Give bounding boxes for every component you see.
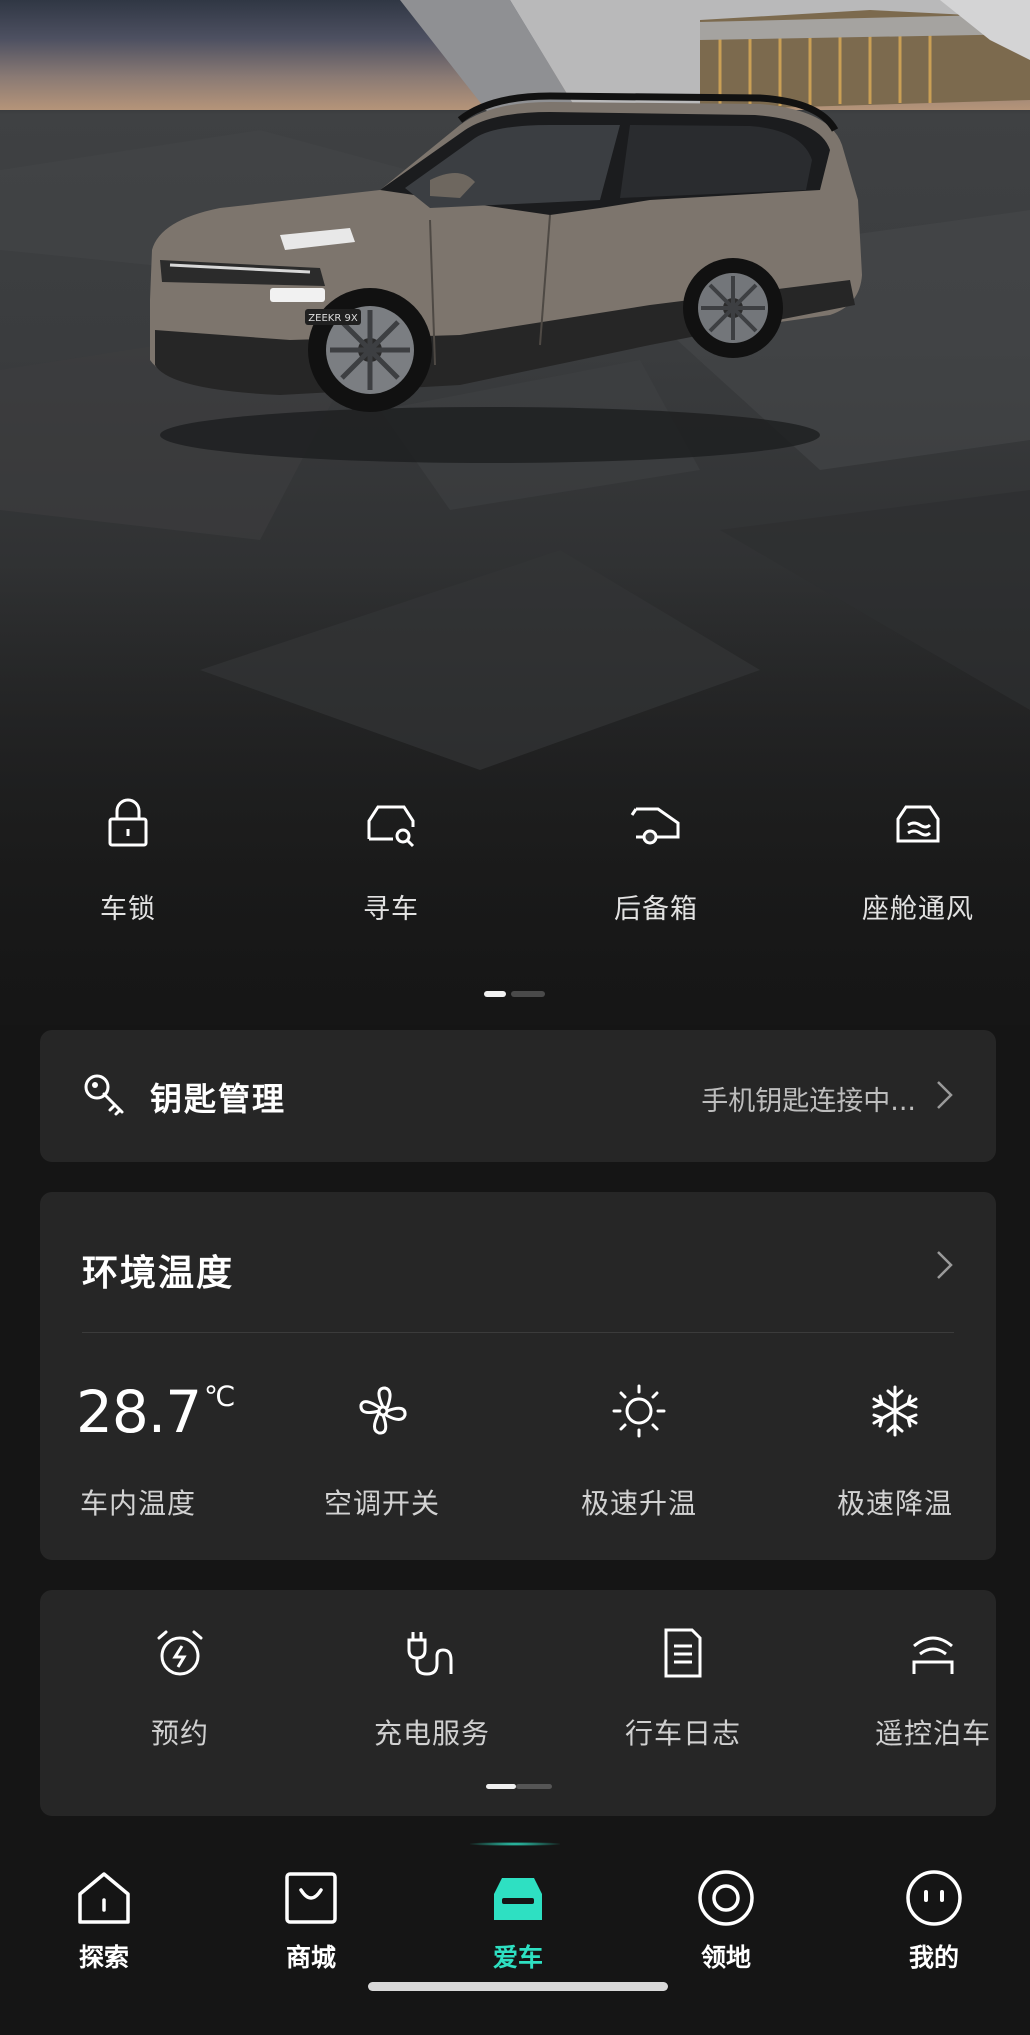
remote-parking-icon	[912, 1636, 954, 1674]
quick-cool-label[interactable]: 极速降温	[837, 1482, 953, 1522]
services-card: 预约 充电服务 行车日志 遥控泊车	[40, 1590, 996, 1816]
fan-icon[interactable]	[354, 1382, 412, 1440]
tab-profile[interactable]: 我的	[864, 1868, 1004, 1974]
key-management-card[interactable]: 钥匙管理 手机钥匙连接中...	[40, 1030, 996, 1162]
service-charging[interactable]: 充电服务	[342, 1626, 522, 1752]
quick-control-trunk[interactable]: 后备箱	[556, 795, 756, 926]
snowflake-icon[interactable]	[866, 1382, 924, 1440]
service-driving-log[interactable]: 行车日志	[593, 1626, 773, 1752]
quick-control-car-lock[interactable]: 车锁	[28, 795, 228, 926]
page-dot-active	[486, 1784, 516, 1789]
cabin-temperature-value: 28.7	[76, 1378, 202, 1446]
house-icon	[78, 1872, 130, 1924]
page-dot	[516, 1784, 552, 1789]
service-label: 充电服务	[373, 1717, 490, 1750]
car-icon	[494, 1878, 542, 1920]
active-tab-glow	[470, 1842, 560, 1846]
tab-explore[interactable]: 探索	[34, 1868, 174, 1974]
document-icon	[664, 1628, 702, 1678]
quick-controls-page-indicator	[484, 991, 552, 997]
find-car-icon	[367, 805, 415, 848]
tab-label: 领地	[700, 1943, 751, 1972]
temperature-unit: ℃	[204, 1380, 236, 1413]
quick-heat-label[interactable]: 极速升温	[581, 1482, 697, 1522]
tab-territory[interactable]: 领地	[656, 1868, 796, 1974]
key-connection-status: 手机钥匙连接中...	[701, 1086, 916, 1117]
car-badge: ZEEKR 9X	[308, 313, 358, 324]
service-label: 遥控泊车	[874, 1717, 991, 1750]
chevron-right-icon[interactable]	[934, 1248, 956, 1282]
cabin-temperature-label: 车内温度	[80, 1487, 197, 1520]
tab-label: 我的	[908, 1943, 959, 1972]
quick-control-find-car[interactable]: 寻车	[291, 795, 491, 926]
page-dot-active	[484, 991, 506, 997]
service-remote-parking[interactable]: 遥控泊车	[843, 1626, 1023, 1752]
chevron-right-icon	[937, 1081, 953, 1109]
tab-mall[interactable]: 商城	[241, 1868, 381, 1974]
service-label: 行车日志	[624, 1717, 741, 1750]
bottom-tab-bar: 探索 商城 爱车 领地 我的	[0, 1842, 1030, 2035]
service-reservation[interactable]: 预约	[90, 1626, 270, 1752]
target-circle-icon	[698, 1870, 754, 1926]
sun-icon[interactable]	[610, 1382, 668, 1440]
ac-toggle-label[interactable]: 空调开关	[324, 1482, 440, 1522]
quick-control-label: 座舱通风	[862, 894, 974, 925]
tab-label: 爱车	[492, 1943, 543, 1972]
quick-controls: 车锁 寻车 后备箱 座舱通风	[0, 795, 1030, 945]
services-page-indicator	[486, 1784, 556, 1789]
key-management-title: 钥匙管理	[150, 1080, 287, 1118]
charging-plug-icon	[407, 1632, 453, 1676]
tab-label: 探索	[78, 1943, 129, 1972]
divider	[82, 1332, 954, 1333]
trunk-icon	[630, 807, 680, 845]
page-dot	[511, 991, 545, 997]
vehicle-hero: ZEEKR 9X 车锁 寻车 后备箱 座舱通风	[0, 0, 1030, 1025]
alarm-clock-icon	[157, 1630, 203, 1676]
quick-control-label: 车锁	[100, 894, 156, 925]
padlock-icon	[108, 798, 148, 847]
cabin-ventilation-icon	[896, 805, 940, 843]
shopping-bag-icon	[285, 1872, 337, 1924]
environment-title[interactable]: 环境温度	[82, 1244, 234, 1296]
tab-label: 商城	[285, 1943, 336, 1972]
tab-my-car[interactable]: 爱车	[448, 1868, 588, 1974]
car-image: ZEEKR 9X	[150, 92, 862, 463]
home-indicator[interactable]	[368, 1982, 668, 1991]
service-label: 预约	[150, 1717, 209, 1750]
quick-control-label: 寻车	[363, 894, 419, 925]
environment-temperature-card: 环境温度 28.7 ℃ 车内温度 空调开关 极速升温 极速降温	[40, 1192, 996, 1560]
face-icon	[906, 1870, 962, 1926]
key-icon	[84, 1074, 124, 1116]
quick-control-cabin-ventilation[interactable]: 座舱通风	[818, 795, 1018, 926]
quick-control-label: 后备箱	[614, 894, 698, 925]
